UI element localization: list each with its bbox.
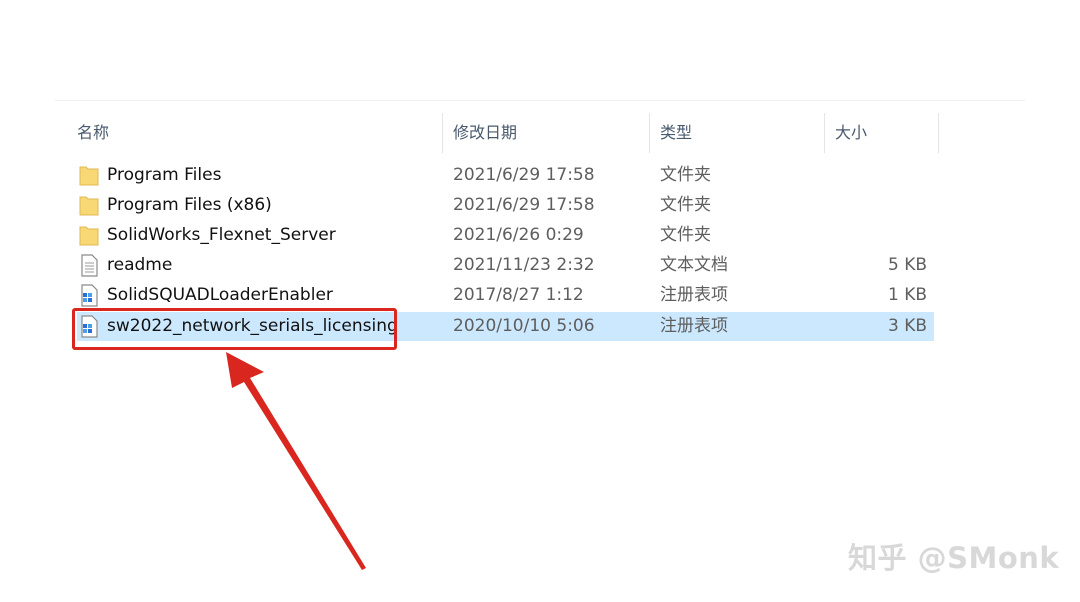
annotation-arrow-icon xyxy=(226,352,366,570)
watermark: 知乎 @SMonk xyxy=(848,541,1060,575)
